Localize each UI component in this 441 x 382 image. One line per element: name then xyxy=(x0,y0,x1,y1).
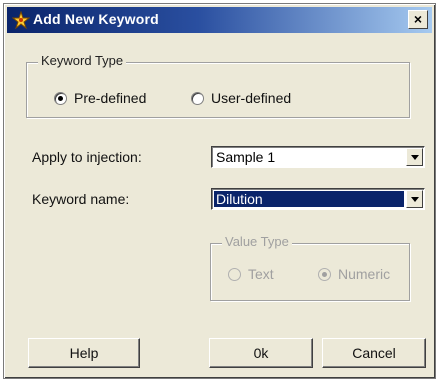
radio-selected-dot xyxy=(58,95,63,101)
add-keyword-dialog: Add New Keyword × Keyword Type Pre-defin… xyxy=(3,3,436,379)
predefined-radio-circle[interactable] xyxy=(54,91,67,105)
close-button[interactable]: × xyxy=(408,10,428,29)
numeric-radio-label: Numeric xyxy=(338,266,391,282)
help-button[interactable]: Help xyxy=(28,338,140,368)
numeric-radio-circle[interactable] xyxy=(318,267,331,281)
radio-selected-dot xyxy=(322,271,327,277)
predefined-radio-label: Pre-defined xyxy=(74,90,147,106)
chevron-down-icon[interactable] xyxy=(406,148,423,166)
numeric-radio[interactable]: Numeric xyxy=(318,266,390,282)
chevron-down-icon[interactable] xyxy=(406,190,423,208)
keyword-name-select[interactable]: Dilution xyxy=(211,188,425,210)
close-icon: × xyxy=(413,11,423,27)
title-bar[interactable]: Add New Keyword × xyxy=(7,7,432,33)
apply-to-injection-value: Sample 1 xyxy=(216,149,276,165)
value-type-legend: Value Type xyxy=(222,234,292,249)
ok-button[interactable]: 0k xyxy=(209,338,313,368)
text-radio-label: Text xyxy=(248,266,274,282)
keyword-name-label: Keyword name: xyxy=(32,191,130,207)
predefined-radio[interactable]: Pre-defined xyxy=(54,90,146,106)
text-radio-circle[interactable] xyxy=(228,267,241,281)
keyword-type-legend: Keyword Type xyxy=(38,53,127,68)
apply-to-injection-label: Apply to injection: xyxy=(32,149,142,165)
cancel-button[interactable]: Cancel xyxy=(322,338,426,368)
userdefined-radio-label: User-defined xyxy=(211,90,292,106)
keyword-app-icon xyxy=(12,11,30,29)
text-radio[interactable]: Text xyxy=(228,266,274,282)
userdefined-radio[interactable]: User-defined xyxy=(191,90,291,106)
userdefined-radio-circle[interactable] xyxy=(191,91,204,105)
apply-to-injection-select[interactable]: Sample 1 xyxy=(211,146,425,168)
keyword-name-value: Dilution xyxy=(214,191,404,207)
dialog-title: Add New Keyword xyxy=(33,11,159,27)
